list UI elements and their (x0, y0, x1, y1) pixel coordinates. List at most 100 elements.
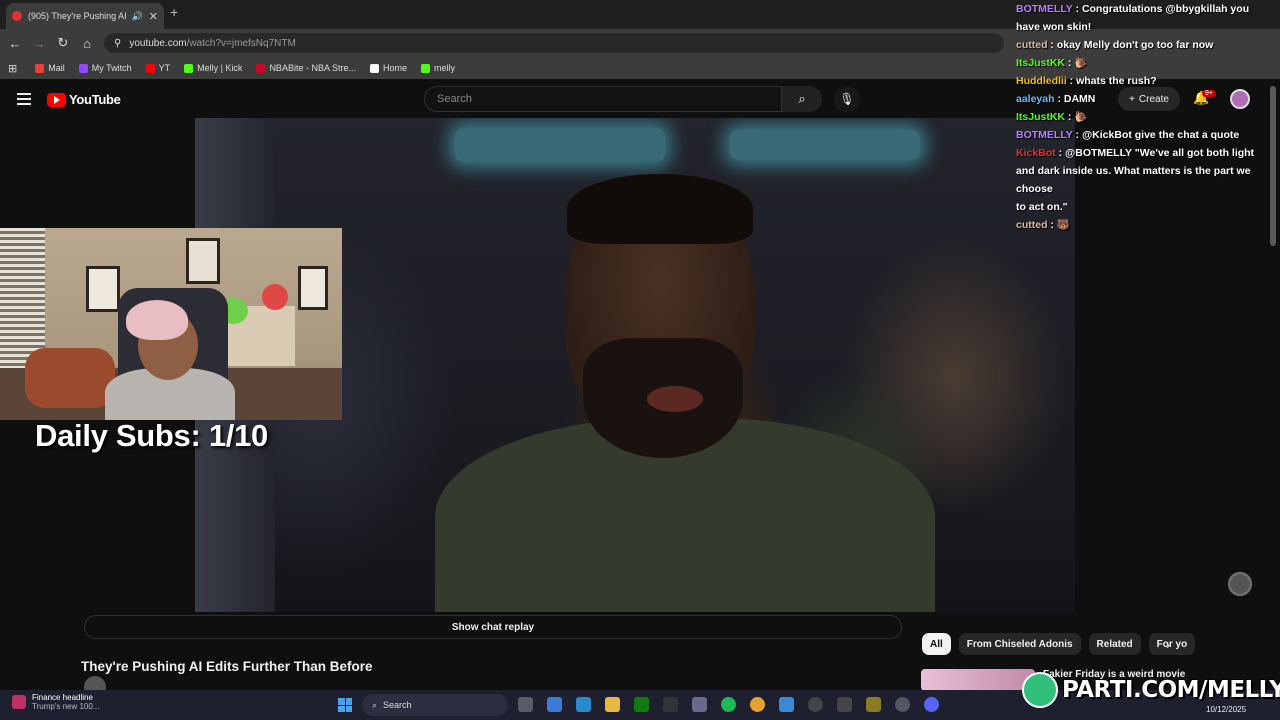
app-icon[interactable] (837, 697, 852, 712)
news-title: Finance headline (32, 693, 93, 702)
youtube-logo[interactable]: YouTube (47, 92, 121, 107)
chat-username[interactable]: aaleyah (1016, 93, 1055, 105)
browser-tab[interactable]: (905) They're Pushing AI Ed 🔊 ✕ (6, 3, 164, 29)
x-icon (369, 63, 379, 73)
chat-text: 🐌 (1074, 111, 1088, 123)
daily-subs-counter: Daily Subs: 1/10 (35, 418, 268, 453)
chat-text: whats the rush? (1076, 75, 1157, 87)
chat-message: ItsJustKK : 🐌 (1016, 111, 1088, 123)
show-chat-replay-button[interactable]: Show chat replay (84, 615, 902, 639)
chat-text: Congratulations @bbygkillah you (1081, 3, 1250, 15)
bookmark-yt[interactable]: YT (145, 63, 170, 73)
bookmark-twitch[interactable]: My Twitch (78, 63, 132, 73)
chip-related[interactable]: Related (1088, 633, 1141, 655)
search-button[interactable]: ⌕ (782, 86, 822, 112)
file-explorer-icon[interactable] (605, 697, 620, 712)
search-icon: ⌕ (372, 699, 378, 710)
windows-start-icon[interactable] (338, 698, 352, 712)
chat-message: have won skin! (1016, 18, 1280, 36)
chat-username[interactable]: BOTMELLY (1016, 129, 1073, 141)
chat-username[interactable]: ItsJustKK (1016, 57, 1065, 69)
app-icon[interactable] (866, 697, 881, 712)
chat-text: @BOTMELLY "We've all got both light (1065, 147, 1255, 159)
tab-title: (905) They're Pushing AI Ed (28, 11, 126, 21)
kick-icon (420, 63, 430, 73)
back-arrow-icon[interactable]: ← (3, 36, 27, 51)
media-player-icon[interactable] (808, 697, 823, 712)
photos-icon[interactable] (779, 697, 794, 712)
neon-sign (730, 130, 920, 160)
chat-username[interactable]: cutted (1016, 219, 1048, 231)
youtube-icon (145, 63, 155, 73)
bookmark-mail[interactable]: Mail (35, 63, 65, 73)
chat-username[interactable]: ItsJustKK (1016, 111, 1065, 123)
chat-text: 🐌 (1074, 57, 1088, 69)
apps-grid-icon[interactable]: ⊞ (8, 62, 17, 75)
chat-username[interactable]: BOTMELLY (1016, 3, 1073, 15)
chip-all[interactable]: All (922, 633, 951, 655)
chat-text: okay Melly don't go too far now (1056, 39, 1214, 51)
discord-icon[interactable] (924, 697, 939, 712)
microphone-icon: 🎙 (839, 92, 855, 106)
bookmark-kick[interactable]: Melly | Kick (184, 63, 242, 73)
task-view-icon[interactable] (518, 697, 533, 712)
streamer-webcam (0, 228, 342, 420)
speaker-icon[interactable]: 🔊 (132, 11, 143, 22)
chat-username[interactable]: KickBot (1016, 147, 1056, 159)
channel-watermark-icon[interactable] (1228, 572, 1252, 596)
kick-icon (184, 63, 194, 73)
bookmark-home[interactable]: Home (369, 63, 407, 73)
copilot-icon[interactable] (547, 697, 562, 712)
search-input[interactable]: Search (424, 86, 782, 112)
nba-icon (256, 63, 266, 73)
neon-sign (455, 128, 665, 162)
news-widget[interactable]: Finance headline Trump's new 100... (12, 693, 99, 711)
chat-message: BOTMELLY : @KickBot give the chat a quot… (1016, 129, 1240, 141)
related-video-thumbnail[interactable] (921, 669, 1035, 691)
site-info-icon[interactable]: ⚲ (114, 38, 121, 49)
news-subtitle: Trump's new 100... (32, 702, 100, 711)
chat-text: and dark inside us. What matters is the … (1016, 165, 1251, 195)
edge-icon[interactable] (576, 697, 591, 712)
chip-for-you[interactable]: For yo (1148, 633, 1196, 655)
settings-icon[interactable] (895, 697, 910, 712)
taskbar-search[interactable]: ⌕ Search (362, 694, 508, 716)
search-icon: ⌕ (798, 91, 806, 106)
mail-icon (35, 63, 45, 73)
xbox-icon[interactable] (634, 697, 649, 712)
chat-message: Huddledlii : whats the rush? (1016, 75, 1157, 87)
bookmark-melly[interactable]: melly (420, 63, 455, 73)
chevron-right-icon[interactable]: › (1166, 638, 1170, 652)
chat-message: and dark inside us. What matters is the … (1016, 162, 1280, 198)
voice-search-button[interactable]: 🎙 (834, 86, 860, 112)
reload-icon[interactable]: ↻ (51, 35, 75, 51)
chrome-icon[interactable] (750, 697, 765, 712)
spotify-icon[interactable] (721, 697, 736, 712)
filter-chips: All From Chiseled Adonis Related For yo (922, 633, 1196, 655)
chat-username[interactable]: cutted (1016, 39, 1048, 51)
chat-text: DAMN (1063, 93, 1096, 105)
parti-url: PARTI.COM/MELLY (1062, 677, 1280, 703)
video-title: They're Pushing AI Edits Further Than Be… (81, 659, 373, 674)
chat-text: to act on." (1016, 201, 1068, 213)
chat-username[interactable]: Huddledlii (1016, 75, 1067, 87)
chatgpt-icon[interactable] (663, 697, 678, 712)
chat-message: KickBot : @BOTMELLY "We've all got both … (1016, 147, 1255, 159)
menu-icon[interactable] (17, 93, 31, 105)
chat-text: @KickBot give the chat a quote (1081, 129, 1240, 141)
new-tab-button[interactable]: + (170, 4, 178, 20)
home-icon[interactable]: ⌂ (75, 36, 99, 51)
news-icon (12, 695, 26, 709)
scrollbar[interactable] (1270, 86, 1276, 246)
chat-message: cutted : 🐻 (1016, 219, 1070, 231)
store-icon[interactable] (692, 697, 707, 712)
url-path: /watch?v=jmefsNq7NTM (186, 37, 296, 49)
forward-arrow-icon[interactable]: → (27, 36, 51, 51)
chat-message: BOTMELLY : Congratulations @bbygkillah y… (1016, 3, 1250, 15)
chat-text: 🐻 (1056, 219, 1070, 231)
close-tab-icon[interactable]: ✕ (149, 10, 158, 23)
chip-from-channel[interactable]: From Chiseled Adonis (958, 633, 1081, 655)
url-field[interactable]: ⚲ youtube.com/watch?v=jmefsNq7NTM (104, 33, 1004, 53)
bookmark-nbabite[interactable]: NBABite - NBA Stre... (256, 63, 356, 73)
chat-message: cutted : okay Melly don't go too far now (1016, 39, 1214, 51)
